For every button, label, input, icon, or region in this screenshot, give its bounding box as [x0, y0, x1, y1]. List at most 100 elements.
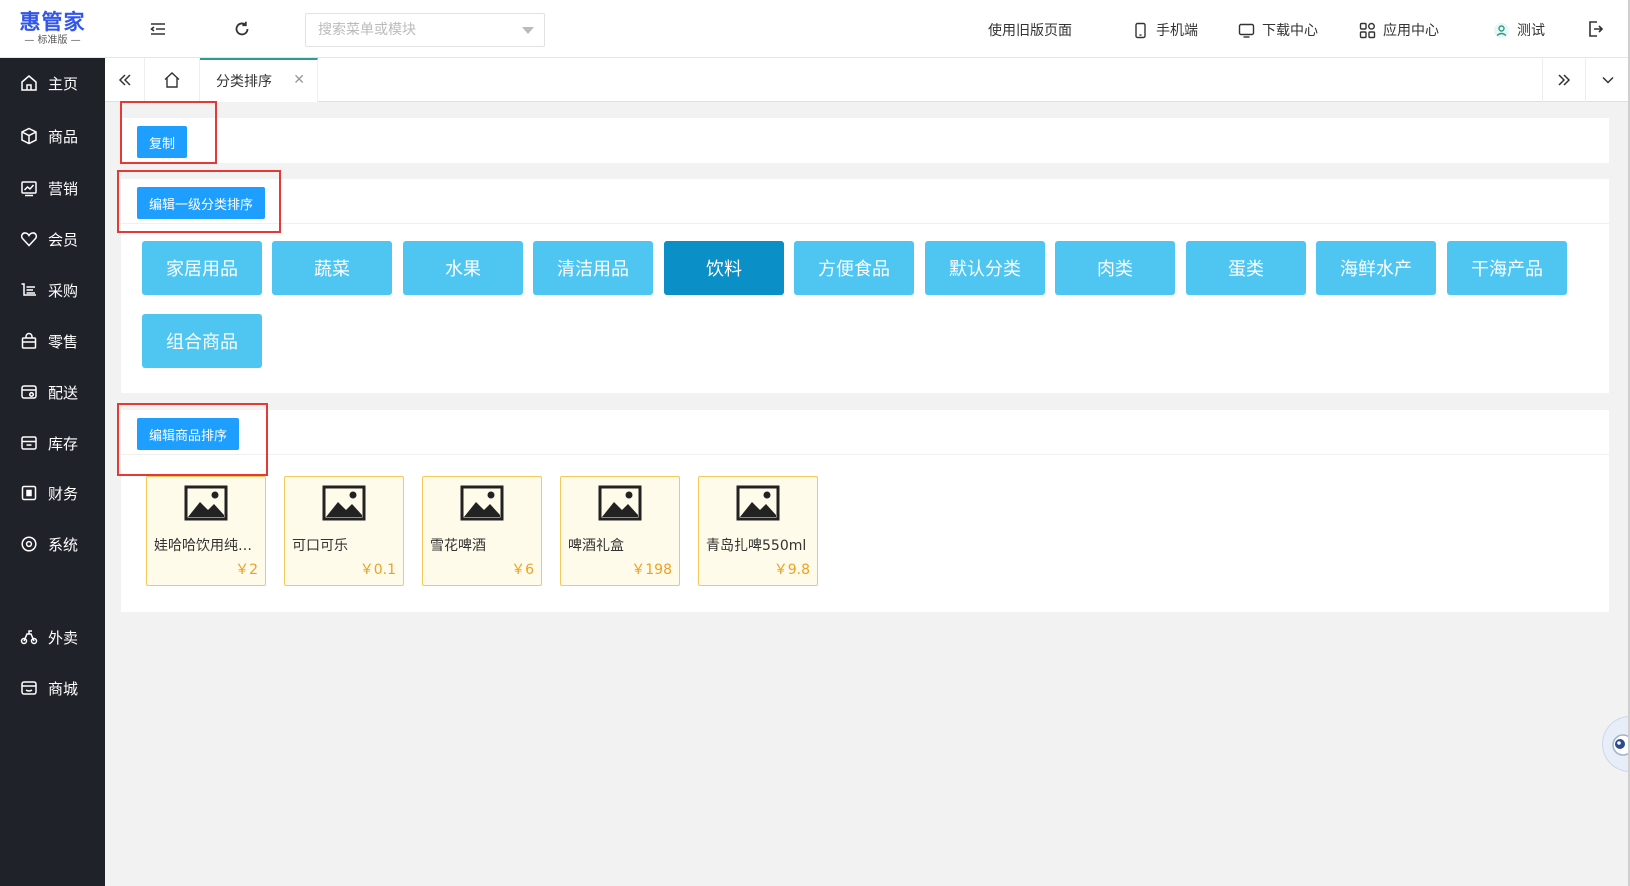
delivery-icon: [21, 385, 37, 399]
logo-subtitle: — 标准版 —: [24, 35, 81, 46]
product-price: ￥6: [511, 562, 534, 578]
mobile-icon: [1135, 22, 1146, 38]
product-price: ￥2: [235, 562, 258, 578]
double-chevron-right-icon: [1558, 74, 1571, 86]
category-button[interactable]: 干海产品: [1447, 241, 1567, 295]
tab-scroll-left[interactable]: [105, 58, 145, 102]
sidebar: 惠管家 — 标准版 — 主页 商品 营销 会员 采购 零售 配送 库存 财务 系…: [0, 0, 105, 886]
category-button[interactable]: 水果: [403, 241, 523, 295]
category-button[interactable]: 家居用品: [142, 241, 262, 295]
image-placeholder-icon: [736, 485, 780, 521]
bike-icon: [20, 630, 38, 645]
category-button[interactable]: 方便食品: [794, 241, 914, 295]
menu-collapse-icon[interactable]: [148, 19, 168, 39]
app-center-link[interactable]: 应用中心: [1359, 18, 1439, 42]
top-header: 使用旧版页面 手机端 下载中心 应用中心 测试: [105, 0, 1630, 58]
sidebar-item-marketing[interactable]: 营销: [0, 166, 105, 210]
sidebar-item-mall[interactable]: 商城: [0, 666, 105, 710]
search-input[interactable]: [306, 14, 506, 46]
sidebar-item-label: 外卖: [48, 628, 79, 647]
sidebar-item-delivery[interactable]: 配送: [0, 370, 105, 414]
product-card[interactable]: 青岛扎啤550ml ￥9.8: [698, 476, 818, 586]
product-card[interactable]: 娃哈哈饮用纯净水 ￥2: [146, 476, 266, 586]
product-name: 雪花啤酒: [430, 538, 486, 554]
category-button-active[interactable]: 饮料: [664, 241, 784, 295]
sidebar-item-label: 财务: [48, 484, 79, 503]
sidebar-item-label: 零售: [48, 332, 79, 351]
image-placeholder-icon: [184, 485, 228, 521]
user-avatar-icon: [1494, 22, 1509, 38]
product-price: ￥198: [631, 562, 672, 578]
product-card[interactable]: 啤酒礼盒 ￥198: [560, 476, 680, 586]
sidebar-item-label: 营销: [48, 179, 79, 198]
sidebar-item-home[interactable]: 主页: [0, 61, 105, 105]
sidebar-item-takeaway[interactable]: 外卖: [0, 615, 105, 659]
close-icon[interactable]: ✕: [293, 72, 305, 88]
category-button[interactable]: 默认分类: [925, 241, 1045, 295]
floating-assistant[interactable]: [1602, 716, 1630, 772]
download-center-label: 下载中心: [1262, 23, 1318, 39]
tab-menu-dropdown[interactable]: [1586, 58, 1630, 102]
old-version-link[interactable]: 使用旧版页面: [988, 18, 1072, 42]
product-price: ￥9.8: [773, 562, 810, 578]
finance-icon: [21, 485, 37, 501]
tab-category-sort[interactable]: 分类排序 ✕: [200, 58, 318, 102]
sidebar-item-inventory[interactable]: 库存: [0, 421, 105, 465]
copy-button[interactable]: 复制: [137, 126, 188, 158]
sidebar-item-finance[interactable]: 财务: [0, 471, 105, 515]
image-placeholder-icon: [322, 485, 366, 521]
user-menu[interactable]: 测试: [1493, 18, 1545, 42]
category-button[interactable]: 蔬菜: [272, 241, 392, 295]
home-icon: [164, 72, 180, 88]
category-button[interactable]: 海鲜水产: [1316, 241, 1436, 295]
heart-icon: [20, 232, 38, 247]
mobile-link[interactable]: 手机端: [1132, 18, 1198, 42]
sidebar-item-label: 库存: [48, 434, 79, 453]
logout-icon[interactable]: [1585, 19, 1605, 39]
assistant-robot-icon: [1612, 734, 1629, 756]
panel-divider: [121, 223, 1609, 224]
user-name: 测试: [1517, 23, 1545, 39]
old-version-label: 使用旧版页面: [988, 23, 1072, 39]
sidebar-item-products[interactable]: 商品: [0, 114, 105, 158]
settings-icon: [21, 536, 37, 552]
app-center-label: 应用中心: [1383, 23, 1439, 39]
category-button[interactable]: 蛋类: [1186, 241, 1306, 295]
edit-product-sort-button[interactable]: 编辑商品排序: [137, 418, 240, 450]
apps-grid-icon: [1359, 22, 1376, 38]
edit-category-sort-button[interactable]: 编辑一级分类排序: [137, 187, 266, 219]
inventory-icon: [21, 436, 37, 450]
product-card[interactable]: 可口可乐 ￥0.1: [284, 476, 404, 586]
chevron-down-icon: [1602, 76, 1614, 84]
mobile-label: 手机端: [1156, 23, 1198, 39]
app-logo[interactable]: 惠管家 — 标准版 —: [0, 0, 105, 58]
sidebar-item-members[interactable]: 会员: [0, 217, 105, 261]
chevron-down-icon[interactable]: [522, 27, 534, 34]
sidebar-item-retail[interactable]: 零售: [0, 319, 105, 363]
tab-label: 分类排序: [216, 74, 272, 90]
product-price: ￥0.1: [359, 562, 396, 578]
download-center-link[interactable]: 下载中心: [1238, 18, 1318, 42]
logo-title: 惠管家: [19, 10, 86, 34]
product-name: 青岛扎啤550ml: [706, 538, 807, 554]
sidebar-item-purchase[interactable]: 采购: [0, 268, 105, 312]
chart-icon: [21, 181, 37, 197]
menu-search-select[interactable]: [305, 13, 545, 47]
home-icon: [21, 75, 37, 91]
refresh-icon[interactable]: [232, 19, 252, 39]
image-placeholder-icon: [598, 485, 642, 521]
product-name: 可口可乐: [292, 538, 348, 554]
category-button[interactable]: 组合商品: [142, 314, 262, 368]
double-chevron-left-icon: [118, 74, 131, 86]
sidebar-item-system[interactable]: 系统: [0, 522, 105, 566]
sidebar-item-label: 商品: [48, 127, 79, 146]
sidebar-item-label: 会员: [48, 230, 79, 249]
tab-scroll-right[interactable]: [1542, 58, 1586, 102]
tab-home[interactable]: [145, 58, 200, 102]
product-card[interactable]: 雪花啤酒 ￥6: [422, 476, 542, 586]
category-button[interactable]: 清洁用品: [533, 241, 653, 295]
category-button[interactable]: 肉类: [1055, 241, 1175, 295]
sidebar-item-label: 商城: [48, 679, 79, 698]
sidebar-item-label: 主页: [48, 74, 79, 93]
sidebar-item-label: 配送: [48, 383, 79, 402]
